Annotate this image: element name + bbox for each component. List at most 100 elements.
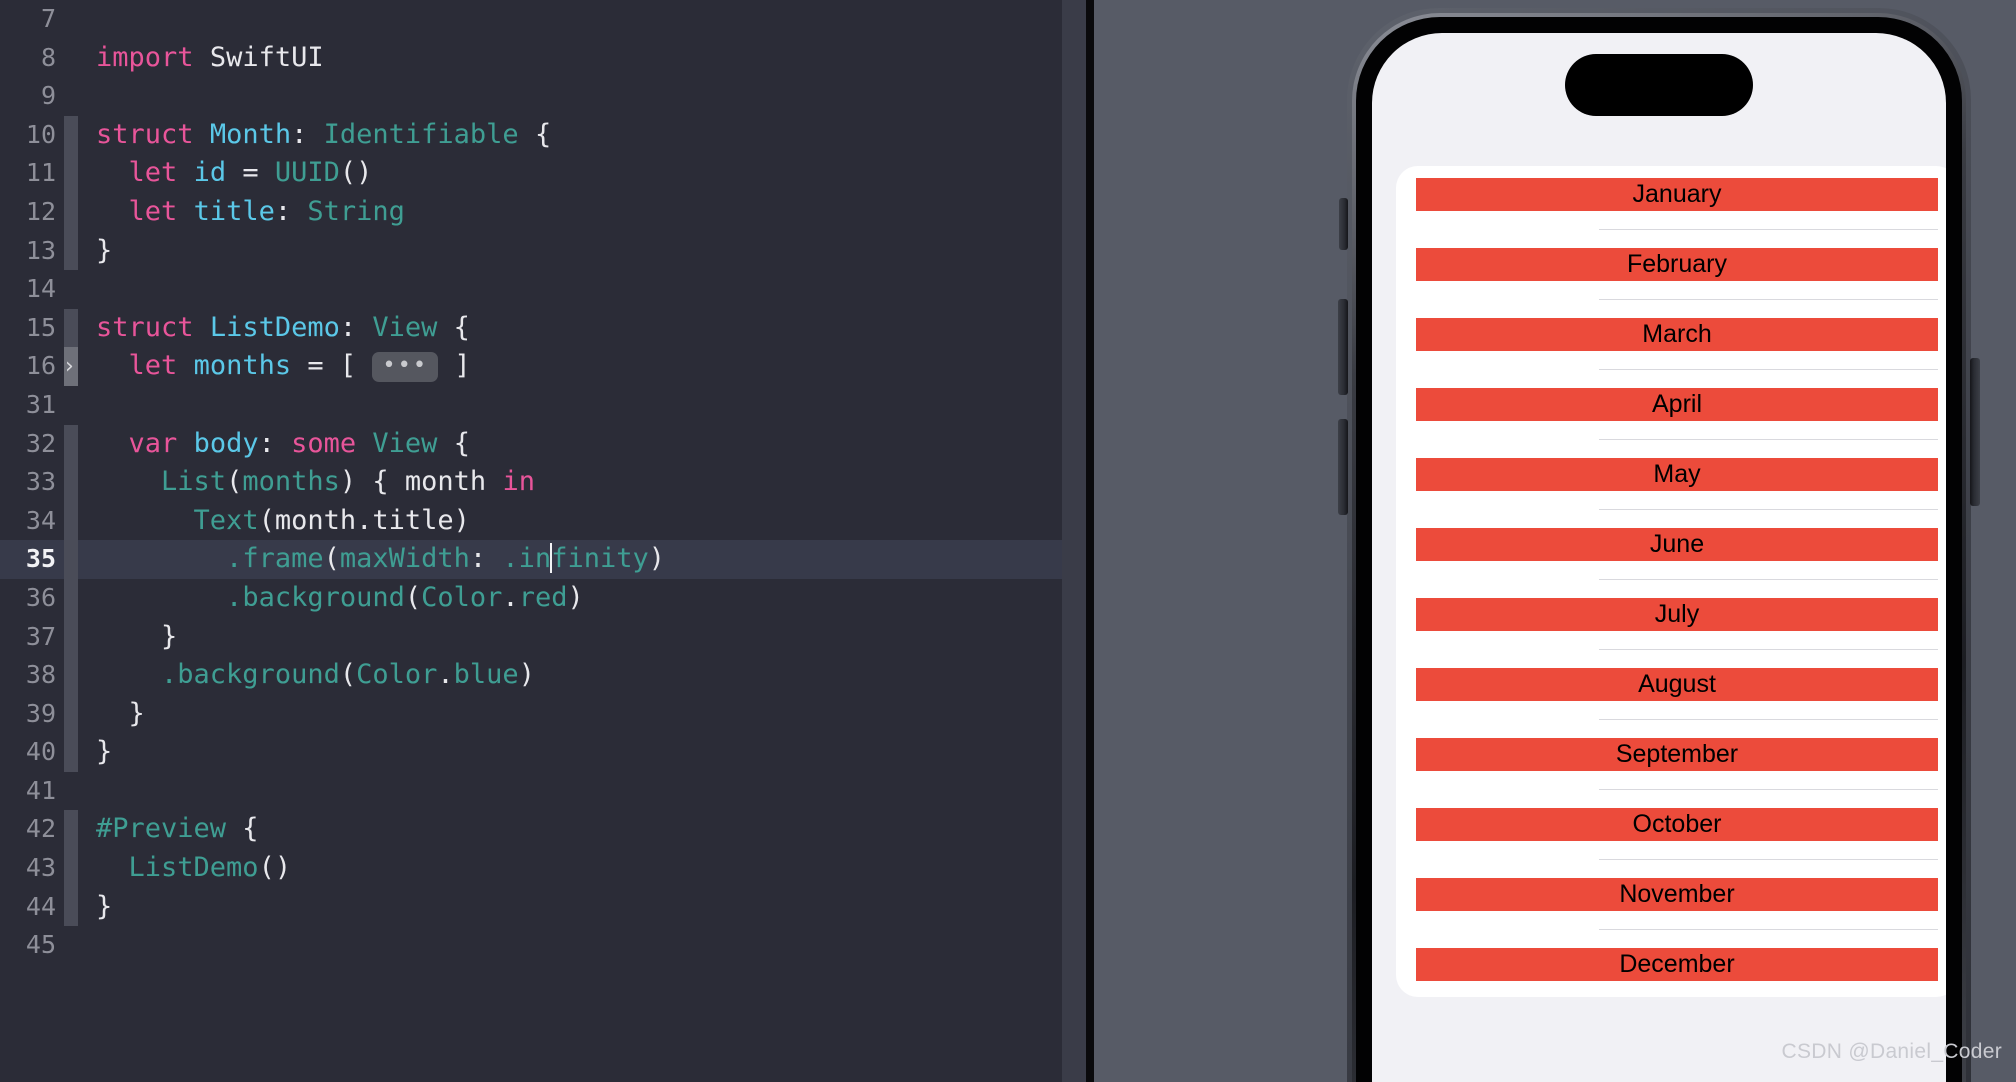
code-line-40[interactable]: 40}: [0, 733, 1062, 772]
code-line-45[interactable]: 45: [0, 926, 1062, 965]
code-token: body: [193, 427, 259, 459]
code-line-14[interactable]: 14: [0, 270, 1062, 309]
list-item-label: July: [1654, 600, 1700, 628]
code-line-41[interactable]: 41: [0, 772, 1062, 811]
list-item[interactable]: September: [1396, 738, 1946, 790]
list-item[interactable]: January: [1396, 178, 1946, 230]
iphone-bezel: January February March April May June July Augu…: [1356, 17, 1962, 1082]
code-line-32[interactable]: 32 var body: some View {: [0, 424, 1062, 464]
code-line-7[interactable]: 7: [0, 0, 1062, 39]
line-number: 44: [25, 891, 56, 921]
code-token: blue: [453, 659, 519, 691]
iphone-screen[interactable]: January February March April May June July Augu…: [1372, 33, 1946, 1082]
code-fold-indicator: [64, 463, 78, 502]
list-item-label: May: [1653, 460, 1701, 488]
code-token: (): [339, 157, 373, 189]
line-number: 12: [25, 196, 56, 226]
collapsed-code-pill[interactable]: •••: [372, 352, 439, 383]
line-number: 42: [25, 814, 56, 844]
code-line-10[interactable]: 10 struct Month: Identifiable {: [0, 115, 1062, 155]
code-line-33[interactable]: 33 List(months) { month in: [0, 463, 1062, 502]
line-number: 43: [25, 853, 56, 883]
code-line-content: .background(Color.blue): [96, 656, 535, 695]
code-line-34[interactable]: 34 Text(month.title): [0, 501, 1062, 541]
code-fold-indicator: [64, 270, 78, 309]
list-item-label: April: [1651, 390, 1702, 418]
code-token: (: [226, 466, 243, 498]
code-token: let: [128, 195, 178, 227]
list-item[interactable]: February: [1396, 248, 1946, 300]
months-list[interactable]: January February March April May June July Augu…: [1396, 166, 1946, 997]
code-line-36[interactable]: 36 .background(Color.red): [0, 578, 1062, 618]
list-item[interactable]: May: [1396, 458, 1946, 510]
code-token: .in: [502, 543, 552, 575]
list-item[interactable]: March: [1396, 318, 1946, 370]
code-line-11[interactable]: 11 let id = UUID(): [0, 154, 1062, 193]
code-line-content: }: [96, 232, 112, 271]
preview-canvas-pane[interactable]: January February March April May June July Augu…: [1094, 0, 2016, 1082]
volume-down-button[interactable]: [1338, 419, 1348, 515]
code-line-39[interactable]: 39 }: [0, 694, 1062, 734]
list-item-background: March: [1416, 318, 1938, 351]
code-fold-indicator: [64, 308, 78, 348]
pane-divider-handle[interactable]: [1086, 0, 1094, 1082]
code-line-38[interactable]: 38 .background(Color.blue): [0, 656, 1062, 695]
code-token: Month: [209, 118, 292, 150]
code-text-area[interactable]: 7 8 import SwiftUI 9 10 struct Month: Identif…: [0, 0, 1062, 1082]
code-line-44[interactable]: 44}: [0, 887, 1062, 927]
code-line-content: .background(Color.red): [96, 579, 584, 618]
list-item[interactable]: December: [1396, 948, 1946, 981]
code-line-content: .frame(maxWidth: .infinity): [96, 540, 665, 579]
code-token: =: [226, 157, 275, 189]
list-item[interactable]: July: [1396, 598, 1946, 650]
code-fold-toggle[interactable]: ›: [64, 347, 78, 386]
code-line-37[interactable]: 37 }: [0, 617, 1062, 657]
list-item[interactable]: August: [1396, 668, 1946, 720]
code-editor-pane[interactable]: 7 8 import SwiftUI 9 10 struct Month: Identif…: [0, 0, 1062, 1082]
line-number: 11: [25, 158, 56, 188]
code-line-content: let id = UUID(): [96, 154, 373, 193]
code-token: frame: [242, 543, 324, 575]
list-item[interactable]: October: [1396, 808, 1946, 860]
code-line-15[interactable]: 15 struct ListDemo: View {: [0, 308, 1062, 348]
code-token: String: [307, 195, 405, 227]
list-item[interactable]: April: [1396, 388, 1946, 440]
code-fold-indicator: [64, 772, 78, 811]
editor-vertical-scrollbar-track[interactable]: [1067, 0, 1086, 1082]
line-number: 7: [40, 4, 56, 33]
code-token: ListDemo: [128, 852, 259, 884]
code-token: .: [502, 581, 519, 613]
code-token: }: [96, 234, 113, 266]
code-fold-indicator: [64, 810, 78, 850]
code-token: title: [193, 195, 275, 227]
list-separator: [1599, 789, 1938, 790]
code-fold-indicator: [64, 733, 78, 772]
app-root: 7 8 import SwiftUI 9 10 struct Month: Identif…: [0, 0, 2016, 1082]
list-item[interactable]: November: [1396, 878, 1946, 930]
power-button[interactable]: [1970, 358, 1980, 506]
code-line-12[interactable]: 12 let title: String: [0, 192, 1062, 232]
line-number: 10: [25, 119, 56, 149]
list-item[interactable]: June: [1396, 528, 1946, 580]
code-line-35[interactable]: 35 .frame(maxWidth: .infinity): [0, 540, 1062, 579]
code-line-13[interactable]: 13}: [0, 231, 1062, 271]
code-token: :: [258, 427, 292, 459]
list-item-background: June: [1416, 528, 1938, 561]
code-fold-indicator: [64, 540, 78, 579]
code-line-42[interactable]: 42 #Preview {: [0, 810, 1062, 850]
code-line-31[interactable]: 31: [0, 386, 1062, 425]
volume-up-button[interactable]: [1338, 299, 1348, 395]
code-line-43[interactable]: 43 ListDemo(): [0, 849, 1062, 888]
code-line-content: let title: String: [96, 193, 405, 232]
code-line-8[interactable]: 8 import SwiftUI: [0, 39, 1062, 78]
code-line-16[interactable]: 16 › let months = [ ••• ]: [0, 347, 1062, 386]
silent-switch-button[interactable]: [1339, 198, 1348, 250]
code-line-9[interactable]: 9: [0, 77, 1062, 116]
code-fold-indicator: [64, 849, 78, 888]
code-token: SwiftUI: [209, 41, 324, 73]
